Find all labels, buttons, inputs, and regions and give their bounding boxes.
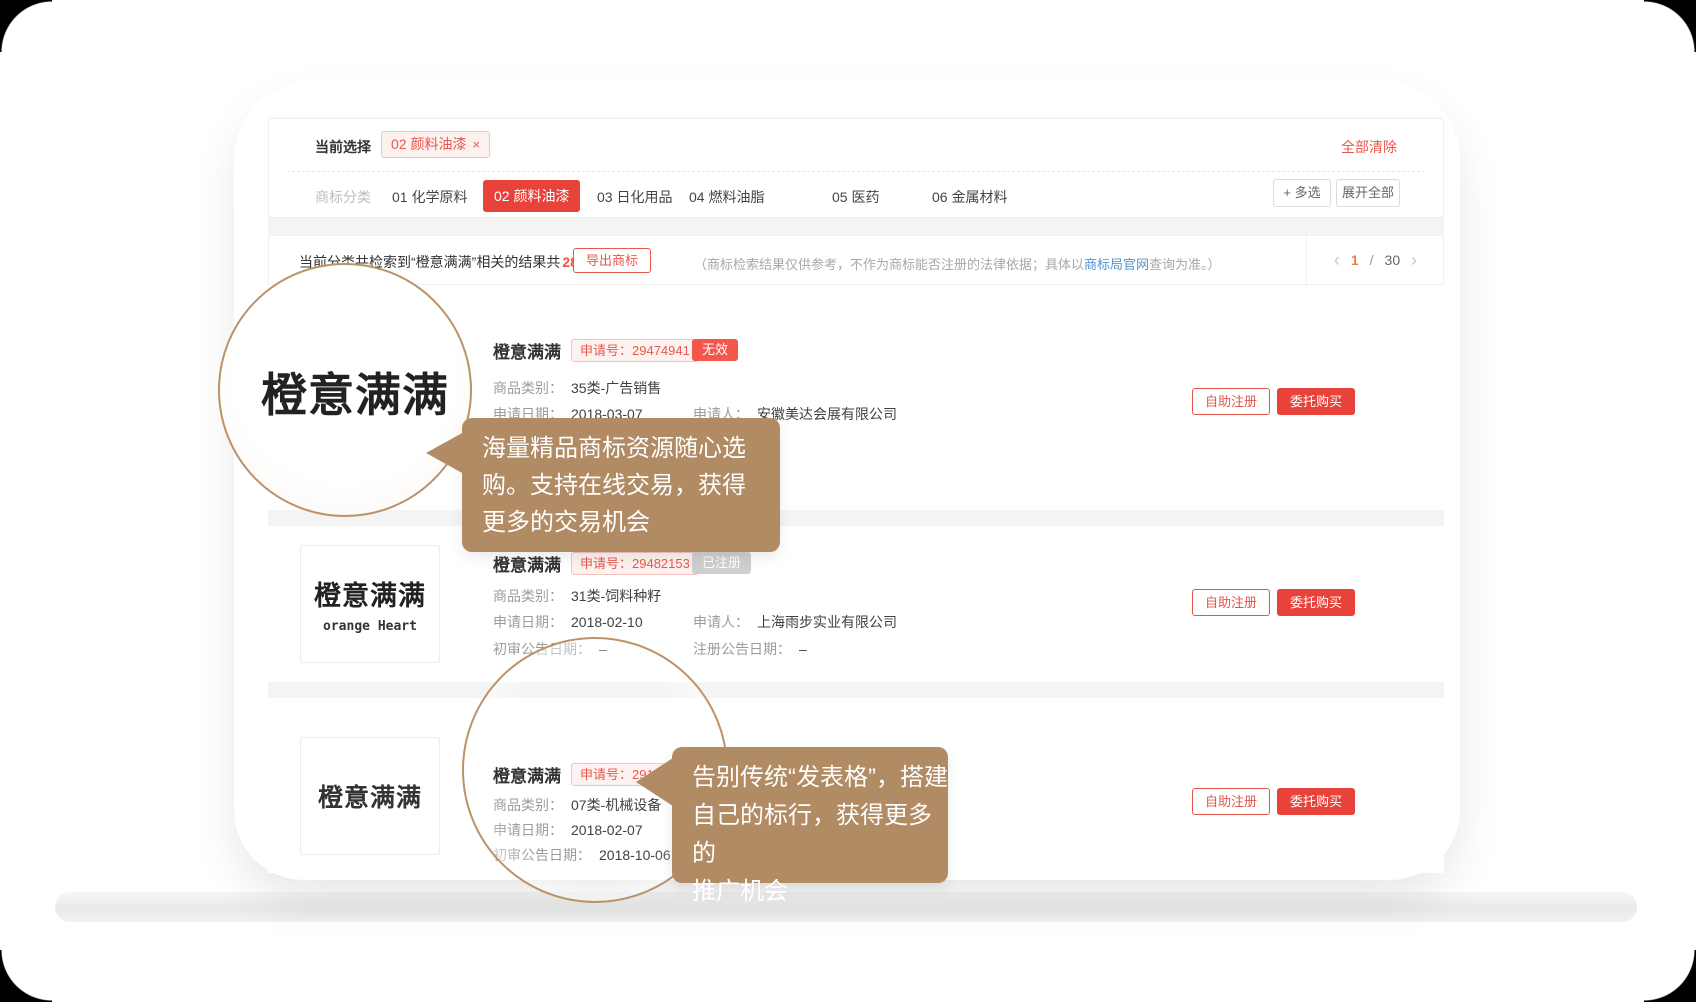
apply-date-value: 2018-02-10 <box>571 614 643 630</box>
tooltip-marketplace: 海量精品商标资源随心选 购。支持在线交易，获得 更多的交易机会 <box>462 418 780 552</box>
applicant-value: 安徽美达会展有限公司 <box>757 406 897 422</box>
category-tab-06[interactable]: 06 金属材料 <box>932 187 1007 207</box>
magnified-trademark-text: 橙意满满 <box>261 359 449 425</box>
canvas-corner <box>0 950 52 1002</box>
tooltip-arrow-left-icon <box>426 432 464 474</box>
tooltip-line: 推广机会 <box>692 873 948 911</box>
selected-filter-tag-text: 02 颜料油漆 <box>391 136 466 152</box>
disclaimer-suffix: 查询为准。） <box>1149 257 1221 272</box>
application-number-tag: 申请号：29474941 <box>571 339 699 362</box>
page-total: 30 <box>1385 252 1401 268</box>
trademark-image-text: 橙意满满 <box>318 778 422 814</box>
entrust-buy-button[interactable]: 委托购买 <box>1277 788 1355 815</box>
category-tab-03[interactable]: 03 日化用品 <box>597 187 672 207</box>
tooltip-arrow-left-icon <box>636 756 676 808</box>
expand-all-button[interactable]: 展开全部 <box>1336 179 1400 207</box>
trademark-image: 橙意满满 <box>300 737 440 855</box>
app-no-label: 申请号： <box>580 343 632 358</box>
applicant-value: 上海雨步实业有限公司 <box>757 614 897 630</box>
category-tab-01[interactable]: 01 化学原料 <box>392 187 467 207</box>
trademark-image-text: 橙意满满 <box>314 574 426 613</box>
applicant-label: 申请人： <box>693 614 749 630</box>
trademark-name: 橙意满满 <box>493 551 561 576</box>
dashed-divider <box>287 171 1425 172</box>
page-prev-icon[interactable]: ‹ <box>1334 251 1340 269</box>
result-row-2: 橙意满满 orange Heart 橙意满满 申请号：29482153 已注册 … <box>268 526 1444 682</box>
selected-filter-tag[interactable]: 02 颜料油漆 × <box>381 131 490 158</box>
status-badge: 无效 <box>692 339 738 361</box>
canvas-corner <box>1644 0 1696 52</box>
page-current: 1 <box>1351 252 1359 268</box>
apply-date-label: 申请日期： <box>493 614 563 630</box>
category-label: 商品类别： <box>493 380 563 396</box>
entrust-buy-button[interactable]: 委托购买 <box>1277 589 1355 616</box>
entrust-buy-button[interactable]: 委托购买 <box>1277 388 1355 415</box>
canvas-corner <box>0 0 52 52</box>
self-register-button[interactable]: 自助注册 <box>1192 788 1270 815</box>
category-tab-05[interactable]: 05 医药 <box>832 187 879 207</box>
category-line: 商品类别： 31类-饲料种籽 <box>493 586 661 606</box>
category-value: 31类-饲料种籽 <box>571 588 661 604</box>
trademark-image-subtext: orange Heart <box>323 619 417 634</box>
tooltip-line: 自己的标行，获得更多的 <box>692 797 948 873</box>
trademark-office-link[interactable]: 商标局官网 <box>1084 257 1149 272</box>
multi-select-button[interactable]: + 多选 <box>1273 179 1331 207</box>
app-no-label: 申请号： <box>580 556 632 571</box>
page-next-icon[interactable]: › <box>1411 251 1417 269</box>
tag-close-icon[interactable]: × <box>472 137 480 152</box>
tooltip-promotion: 告别传统“发表格”，搭建 自己的标行，获得更多的 推广机会 <box>672 747 948 883</box>
self-register-button[interactable]: 自助注册 <box>1192 388 1270 415</box>
self-register-button[interactable]: 自助注册 <box>1192 589 1270 616</box>
screenshot-stage: 当前选择 02 颜料油漆 × 全部清除 商标分类 01 化学原料 02 颜料油漆 … <box>0 0 1696 1002</box>
magnifier-circle-top: 橙意满满 <box>218 263 472 517</box>
clear-all-button[interactable]: 全部清除 <box>1341 137 1397 157</box>
results-header: 当前分类共检索到“橙意满满”相关的结果共28个 导出商标 （商标检索结果仅供参考… <box>268 235 1444 285</box>
tooltip-line: 购。支持在线交易，获得 <box>482 467 780 504</box>
tooltip-line: 告别传统“发表格”，搭建 <box>692 759 948 797</box>
reg-date-label: 注册公告日期： <box>693 641 791 657</box>
reg-date-pair: 注册公告日期：– <box>693 639 807 659</box>
app-no-value: 29482153 <box>632 556 690 571</box>
reg-date-value: – <box>799 641 807 657</box>
category-tab-02-selected[interactable]: 02 颜料油漆 <box>483 180 580 212</box>
pagination: ‹ 1 / 30 › <box>1306 236 1444 284</box>
category-value: 35类-广告销售 <box>571 380 661 396</box>
current-selection-label: 当前选择 <box>315 137 371 157</box>
tooltip-line: 更多的交易机会 <box>482 504 780 541</box>
app-no-value: 29474941 <box>632 343 690 358</box>
export-trademark-button[interactable]: 导出商标 <box>573 248 651 273</box>
trademark-name: 橙意满满 <box>493 338 561 363</box>
category-line: 商品类别： 35类-广告销售 <box>493 378 661 398</box>
status-badge: 已注册 <box>692 552 751 574</box>
category-row-label: 商标分类 <box>315 187 371 207</box>
category-tab-04[interactable]: 04 燃料油脂 <box>689 187 764 207</box>
filter-panel: 当前选择 02 颜料油漆 × 全部清除 商标分类 01 化学原料 02 颜料油漆 … <box>268 118 1444 218</box>
canvas-corner <box>1644 950 1696 1002</box>
disclaimer-prefix: （商标检索结果仅供参考，不作为商标能否注册的法律依据；具体以 <box>694 257 1084 272</box>
category-label: 商品类别： <box>493 588 563 604</box>
tooltip-line: 海量精品商标资源随心选 <box>482 430 780 467</box>
page-separator: / <box>1370 252 1374 268</box>
application-number-tag: 申请号：29482153 <box>571 552 699 575</box>
disclaimer-text: （商标检索结果仅供参考，不作为商标能否注册的法律依据；具体以商标局官网查询为准。… <box>694 254 1221 273</box>
trademark-image: 橙意满满 orange Heart <box>300 545 440 663</box>
applicant-pair: 申请人： 上海雨步实业有限公司 <box>693 612 897 632</box>
date-applicant-line: 申请日期：2018-02-10 申请人：上海雨步实业有限公司 <box>493 612 643 632</box>
